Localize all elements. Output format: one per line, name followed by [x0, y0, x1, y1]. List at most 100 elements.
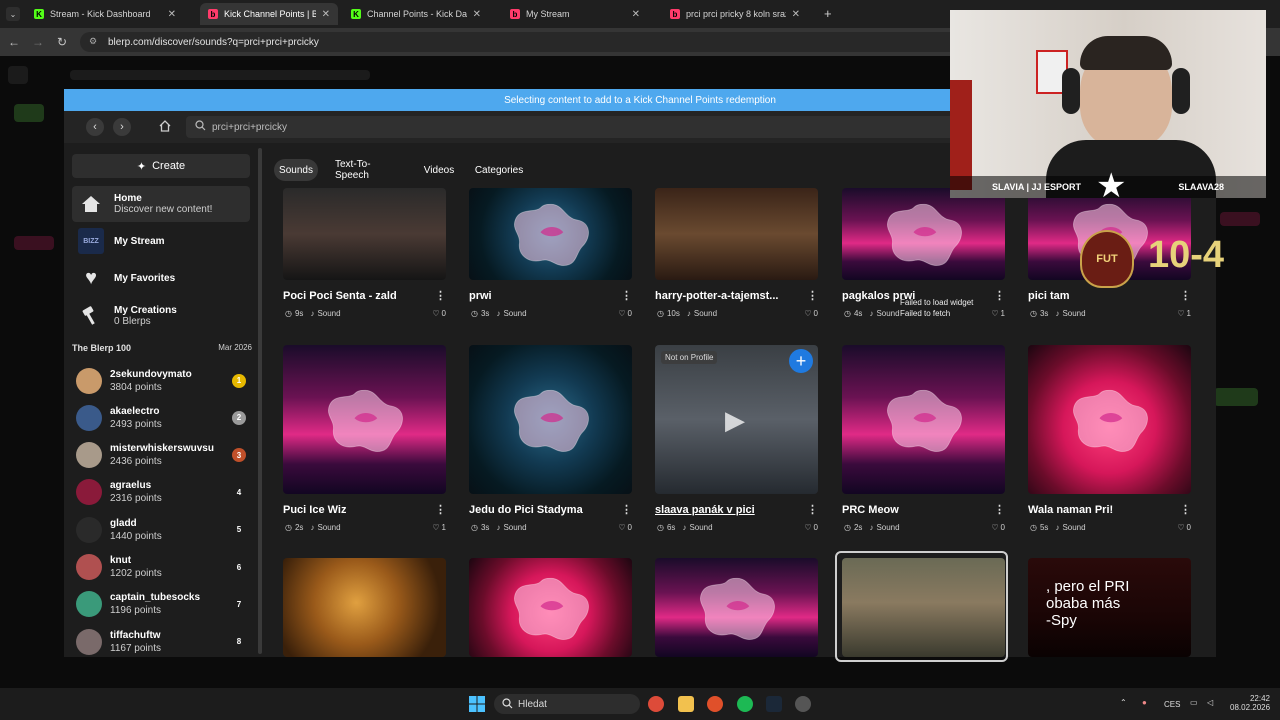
tab-close-icon[interactable]: ✕	[168, 9, 176, 20]
card-title[interactable]: Puci Ice Wiz	[283, 504, 346, 516]
browser-tab[interactable]: b My Stream ✕	[502, 3, 648, 25]
browser-tab[interactable]: b prci prci pricky 8 koln sraz stil ✕	[662, 3, 808, 25]
tab-search-button[interactable]: ⌄	[6, 7, 20, 21]
card-title[interactable]: Wala naman Pri!	[1028, 504, 1113, 516]
like-count[interactable]: ♡ 0	[804, 309, 818, 318]
taskbar-search[interactable]: Hledat	[494, 694, 640, 714]
more-options-icon[interactable]: ⋮	[807, 289, 818, 302]
tab-close-icon[interactable]: ✕	[792, 9, 800, 20]
browser-tab[interactable]: K Stream - Kick Dashboard ✕	[26, 3, 184, 25]
modal-forward-icon[interactable]: ›	[113, 118, 131, 136]
like-count[interactable]: ♡ 0	[618, 309, 632, 318]
leaderboard-row[interactable]: tiffachuftw 1167 points 8	[76, 623, 246, 660]
leaderboard-row[interactable]: gladd 1440 points 5	[76, 511, 246, 548]
sidebar-scrollbar[interactable]	[258, 148, 262, 654]
sound-card[interactable]	[835, 551, 1008, 707]
clock[interactable]: 22:42 08.02.2026	[1230, 694, 1270, 712]
card-title[interactable]: harry-potter-a-tajemst...	[655, 290, 778, 302]
tab-close-icon[interactable]: ✕	[473, 9, 481, 20]
network-icon[interactable]: ▭	[1190, 698, 1198, 707]
url-field[interactable]: ⚙ blerp.com/discover/sounds?q=prci+prci+…	[80, 32, 960, 52]
new-tab-button[interactable]: +	[824, 6, 832, 21]
like-count[interactable]: ♡ 0	[432, 309, 446, 318]
settings-app-icon[interactable]	[795, 696, 811, 712]
sound-card[interactable]: Puci Ice Wiz ⋮ ◷ 2s ♪ Sound ♡ 1	[283, 345, 446, 544]
sound-card[interactable]: PRC Meow ⋮ ◷ 2s ♪ Sound ♡ 0	[842, 345, 1005, 544]
site-info-icon[interactable]: ⚙	[89, 36, 97, 47]
leaderboard-row[interactable]: misterwhiskerswuvsu 2436 points 3	[76, 437, 246, 474]
like-count[interactable]: ♡ 1	[1177, 309, 1191, 318]
card-thumbnail[interactable]	[283, 345, 446, 494]
more-options-icon[interactable]: ⋮	[435, 289, 446, 302]
volume-icon[interactable]: ◁	[1207, 698, 1213, 707]
card-thumbnail[interactable]: , pero el PRI obaba más -Spy	[1028, 558, 1191, 657]
sound-card[interactable]	[469, 558, 632, 707]
card-thumbnail[interactable]	[655, 188, 818, 280]
card-thumbnail[interactable]	[469, 188, 632, 280]
file-explorer-icon[interactable]	[678, 696, 694, 712]
sidebar-item-my-favorites[interactable]: ♥ My Favorites	[72, 265, 250, 291]
spotify-icon[interactable]	[737, 696, 753, 712]
tab-close-icon[interactable]: ✕	[632, 9, 640, 20]
tab-videos[interactable]: Videos	[417, 159, 461, 181]
obs-icon[interactable]	[707, 696, 723, 712]
more-options-icon[interactable]: ⋮	[807, 503, 818, 516]
leaderboard-row[interactable]: knut 1202 points 6	[76, 549, 246, 586]
steam-icon[interactable]	[766, 696, 782, 712]
browser-tab[interactable]: K Channel Points - Kick Dashboard ✕	[343, 3, 489, 25]
more-options-icon[interactable]: ⋮	[994, 503, 1005, 516]
leaderboard-row[interactable]: 2sekundovymato 3804 points 1	[76, 362, 246, 399]
sidebar-item-my-creations[interactable]: My Creations 0 Blerps	[72, 300, 250, 332]
tray-chevron-icon[interactable]: ⌃	[1120, 698, 1127, 707]
more-options-icon[interactable]: ⋮	[1180, 289, 1191, 302]
card-thumbnail[interactable]	[842, 188, 1005, 280]
search-input[interactable]: prci+prci+prcicky	[186, 116, 956, 138]
sound-card[interactable]: , pero el PRI obaba más -Spy	[1028, 558, 1191, 707]
sound-card[interactable]	[283, 558, 446, 707]
card-title[interactable]: prwi	[469, 290, 492, 302]
forward-icon[interactable]: →	[30, 34, 46, 50]
card-thumbnail[interactable]	[1028, 345, 1191, 494]
like-count[interactable]: ♡ 0	[991, 523, 1005, 532]
card-title[interactable]: PRC Meow	[842, 504, 899, 516]
sidebar-item-home[interactable]: Home Discover new content!	[72, 186, 250, 222]
leaderboard-row[interactable]: akaelectro 2493 points 2	[76, 399, 246, 436]
card-title[interactable]: Poci Poci Senta - zald	[283, 290, 397, 302]
language-indicator[interactable]: CES	[1164, 700, 1180, 709]
sound-card[interactable]	[655, 558, 818, 707]
add-icon[interactable]: +	[789, 349, 813, 373]
card-thumbnail[interactable]	[655, 558, 818, 657]
sound-card[interactable]: harry-potter-a-tajemst... ⋮ ◷ 10s ♪ Sound ♡ 0	[655, 188, 818, 330]
sound-card[interactable]: prwi ⋮ ◷ 3s ♪ Sound ♡ 0	[469, 188, 632, 330]
create-button[interactable]: ✦ Create	[72, 154, 250, 178]
like-count[interactable]: ♡ 0	[804, 523, 818, 532]
like-count[interactable]: ♡ 1	[991, 309, 1005, 318]
card-thumbnail[interactable]	[469, 558, 632, 657]
sound-card[interactable]: Not on Profile + ▶ slaava panák v pici ⋮ ◷ 6s ♪…	[655, 345, 818, 544]
play-icon[interactable]: ▶	[725, 405, 745, 436]
modal-back-icon[interactable]: ‹	[86, 118, 104, 136]
back-icon[interactable]: ←	[6, 34, 22, 50]
more-options-icon[interactable]: ⋮	[1180, 503, 1191, 516]
like-count[interactable]: ♡ 0	[618, 523, 632, 532]
tab-sounds[interactable]: Sounds	[274, 159, 318, 181]
sound-card[interactable]: Jedu do Pici Stadyma ⋮ ◷ 3s ♪ Sound ♡ 0	[469, 345, 632, 544]
more-options-icon[interactable]: ⋮	[621, 289, 632, 302]
sound-card[interactable]: Wala naman Pri! ⋮ ◷ 5s ♪ Sound ♡ 0	[1028, 345, 1191, 544]
card-thumbnail[interactable]	[469, 345, 632, 494]
like-count[interactable]: ♡ 0	[1177, 523, 1191, 532]
more-options-icon[interactable]: ⋮	[994, 289, 1005, 302]
tab-close-icon[interactable]: ✕	[322, 9, 330, 20]
card-thumbnail[interactable]	[283, 558, 446, 657]
browser-tab[interactable]: b Kick Channel Points | Blerp ✕	[200, 3, 338, 25]
card-title[interactable]: pici tam	[1028, 290, 1070, 302]
sound-card[interactable]: Poci Poci Senta - zald ⋮ ◷ 9s ♪ Sound ♡ 0	[283, 188, 446, 330]
start-icon[interactable]	[468, 695, 486, 713]
tab-categories[interactable]: Categories	[467, 159, 531, 181]
chrome-icon[interactable]	[648, 696, 664, 712]
card-thumbnail[interactable]	[283, 188, 446, 280]
leaderboard-row[interactable]: captain_tubesocks 1196 points 7	[76, 586, 246, 623]
microphone-icon[interactable]: ●	[1142, 698, 1147, 707]
more-options-icon[interactable]: ⋮	[435, 503, 446, 516]
like-count[interactable]: ♡ 1	[432, 523, 446, 532]
